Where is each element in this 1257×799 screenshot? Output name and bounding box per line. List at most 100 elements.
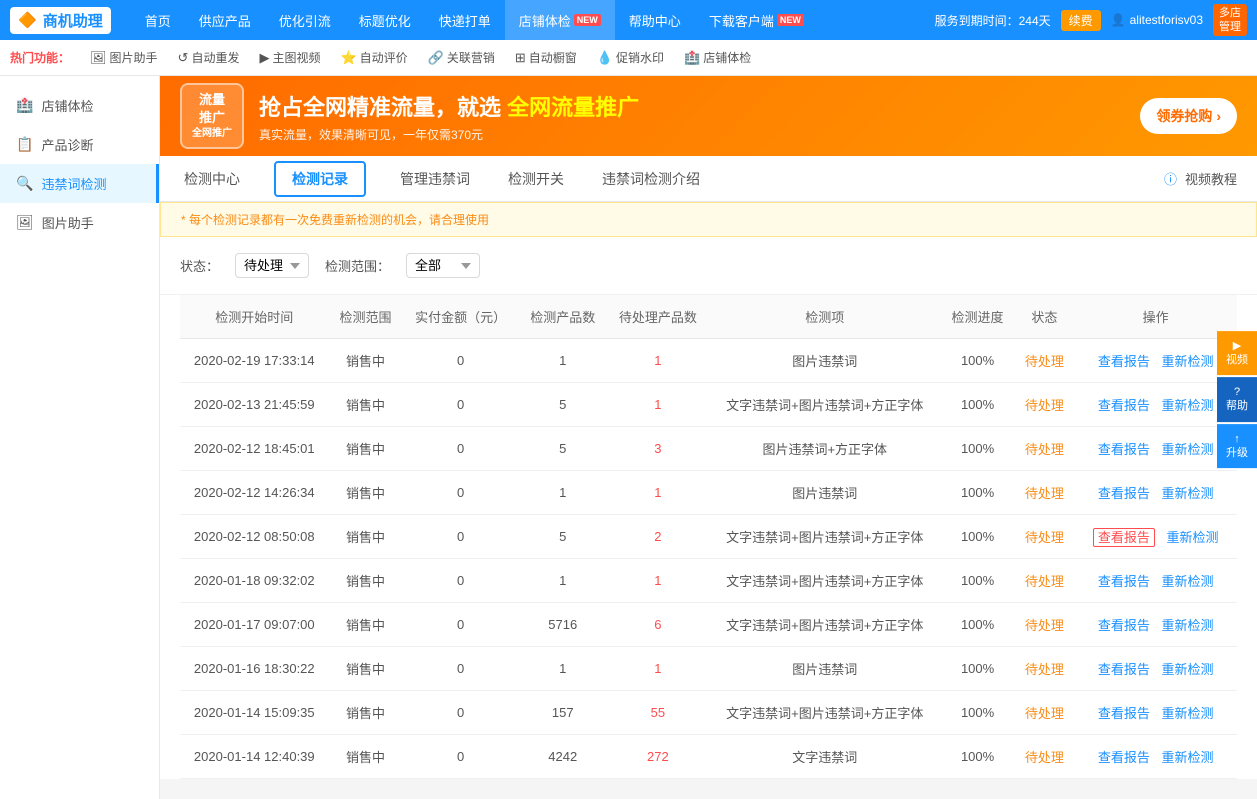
banner-coupon-button[interactable]: 领券抢购 › [1140,98,1237,134]
cell-pending: 1 [607,647,709,691]
table-row: 2020-01-14 15:09:35 销售中 0 157 55 文字违禁词+图… [180,691,1237,735]
logo-icon: 🔶 [18,11,37,29]
cell-action: 查看报告 重新检测 [1074,471,1237,515]
app-logo[interactable]: 🔶 商机助理 [10,7,111,34]
view-report-link-highlighted[interactable]: 查看报告 [1093,528,1155,547]
cell-pending: 1 [607,471,709,515]
cell-pending: 55 [607,691,709,735]
cell-time: 2020-01-14 12:40:39 [180,735,329,779]
hotbar-item-review[interactable]: ⭐ 自动评价 [332,46,415,69]
recheck-link[interactable]: 重新检测 [1161,354,1213,369]
recheck-link[interactable]: 重新检测 [1161,398,1213,413]
float-video-button[interactable]: ▶ 视频 [1217,331,1257,376]
cell-pending: 3 [607,427,709,471]
view-report-link[interactable]: 查看报告 [1098,662,1150,677]
sidebar-item-product-diagnose[interactable]: 📋 产品诊断 [0,125,159,164]
cell-time: 2020-01-18 09:32:02 [180,559,329,603]
status-filter-select[interactable]: 待处理 全部 已处理 [235,253,309,278]
cell-range: 销售中 [329,603,403,647]
table-row: 2020-02-12 14:26:34 销售中 0 1 1 图片违禁词 100%… [180,471,1237,515]
recheck-link[interactable]: 重新检测 [1161,618,1213,633]
tab-detect-switch[interactable]: 检测开关 [504,157,568,201]
view-report-link[interactable]: 查看报告 [1098,442,1150,457]
nav-title-optimize[interactable]: 标题优化 [345,0,425,40]
forbidden-word-icon: 🔍 [16,175,33,192]
nav-express[interactable]: 快递打单 [425,0,505,40]
cell-product-count: 157 [519,691,607,735]
banner-text: 抢占全网精准流量，就选 全网流量推广 真实流量，效果清晰可见，一年仅需370元 [259,90,639,143]
table-row: 2020-02-13 21:45:59 销售中 0 5 1 文字违禁词+图片违禁… [180,383,1237,427]
cell-status[interactable]: 待处理 [1015,735,1075,779]
banner-title-text: 抢占全网精准流量，就选 [259,95,501,120]
cell-status[interactable]: 待处理 [1015,603,1075,647]
user-info: 👤 alitestforisv03 [1111,13,1203,27]
view-report-link[interactable]: 查看报告 [1098,398,1150,413]
cell-status[interactable]: 待处理 [1015,559,1075,603]
hotbar-item-image[interactable]: 🖼 图片助手 [82,46,166,69]
banner-title-highlight: 全网流量推广 [507,95,639,120]
cell-status[interactable]: 待处理 [1015,647,1075,691]
recheck-link[interactable]: 重新检测 [1161,574,1213,589]
multi-store-button[interactable]: 多店 管理 [1213,4,1247,37]
sidebar-item-store-check[interactable]: 🏥 店铺体检 [0,86,159,125]
recheck-link[interactable]: 重新检测 [1161,662,1213,677]
view-report-link[interactable]: 查看报告 [1098,354,1150,369]
tab-detect-center[interactable]: 检测中心 [180,157,244,201]
tab-detect-intro[interactable]: 违禁词检测介绍 [598,157,704,201]
float-upgrade-button[interactable]: ↑ 升级 [1217,424,1257,469]
nav-help[interactable]: 帮助中心 [615,0,695,40]
view-report-link[interactable]: 查看报告 [1098,486,1150,501]
cell-range: 销售中 [329,427,403,471]
cell-status[interactable]: 待处理 [1015,383,1075,427]
tab-manage-forbidden[interactable]: 管理违禁词 [396,157,474,201]
right-float-panel: ▶ 视频 ? 帮助 ↑ 升级 [1217,331,1257,469]
tab-detect-record[interactable]: 检测记录 [274,161,366,197]
cell-status[interactable]: 待处理 [1015,427,1075,471]
store-check-icon: 🏥 [684,50,700,66]
sidebar-item-image-helper[interactable]: 🖼 图片助手 [0,203,159,242]
recheck-link[interactable]: 重新检测 [1166,530,1218,545]
cell-amount: 0 [402,471,518,515]
tab-video-tutorial[interactable]: ⓘ 视频教程 [1164,169,1237,188]
float-video-icon: ▶ [1233,340,1241,352]
hotbar-item-resend[interactable]: ↺ 自动重发 [170,46,248,69]
cell-status[interactable]: 待处理 [1015,471,1075,515]
recheck-link[interactable]: 重新检测 [1161,442,1213,457]
recheck-link[interactable]: 重新检测 [1161,706,1213,721]
nav-download[interactable]: 下载客户端 NEW [695,0,818,40]
cell-status[interactable]: 待处理 [1015,515,1075,559]
cell-progress: 100% [941,515,1015,559]
view-report-link[interactable]: 查看报告 [1098,618,1150,633]
recheck-link[interactable]: 重新检测 [1161,750,1213,765]
sidebar-item-forbidden-word[interactable]: 🔍 违禁词检测 [0,164,159,203]
hotbar-item-store-check[interactable]: 🏥 店铺体检 [676,46,759,69]
hotbar-item-relate[interactable]: 🔗 关联营销 [420,46,503,69]
cell-status[interactable]: 待处理 [1015,339,1075,383]
cell-pending: 1 [607,559,709,603]
cell-product-count: 1 [519,559,607,603]
hotbar-item-video[interactable]: ▶ 主图视频 [251,46,328,69]
cell-time: 2020-01-16 18:30:22 [180,647,329,691]
nav-optimize[interactable]: 优化引流 [265,0,345,40]
range-filter-select[interactable]: 全部 销售中 仓库中 [406,253,480,278]
hotbar-item-watermark[interactable]: 💧 促销水印 [589,46,672,69]
cell-range: 销售中 [329,691,403,735]
cell-range: 销售中 [329,339,403,383]
nav-store-check[interactable]: 店铺体检 NEW [505,0,615,40]
view-report-link[interactable]: 查看报告 [1098,706,1150,721]
cell-progress: 100% [941,339,1015,383]
video-icon: ▶ [259,50,269,66]
banner-subtitle: 真实流量，效果清晰可见，一年仅需370元 [259,126,639,143]
nav-home[interactable]: 首页 [131,0,185,40]
cell-status[interactable]: 待处理 [1015,691,1075,735]
cell-time: 2020-01-17 09:07:00 [180,603,329,647]
view-report-link[interactable]: 查看报告 [1098,750,1150,765]
float-help-button[interactable]: ? 帮助 [1217,377,1257,422]
view-report-link[interactable]: 查看报告 [1098,574,1150,589]
service-time: 服务到期时间：244天 [935,12,1051,29]
hotbar-item-showcase[interactable]: ⊞ 自动橱窗 [507,46,585,69]
renew-button[interactable]: 续费 [1061,10,1101,31]
recheck-link[interactable]: 重新检测 [1161,486,1213,501]
nav-supply[interactable]: 供应产品 [185,0,265,40]
range-filter-label: 检测范围： [325,256,390,275]
